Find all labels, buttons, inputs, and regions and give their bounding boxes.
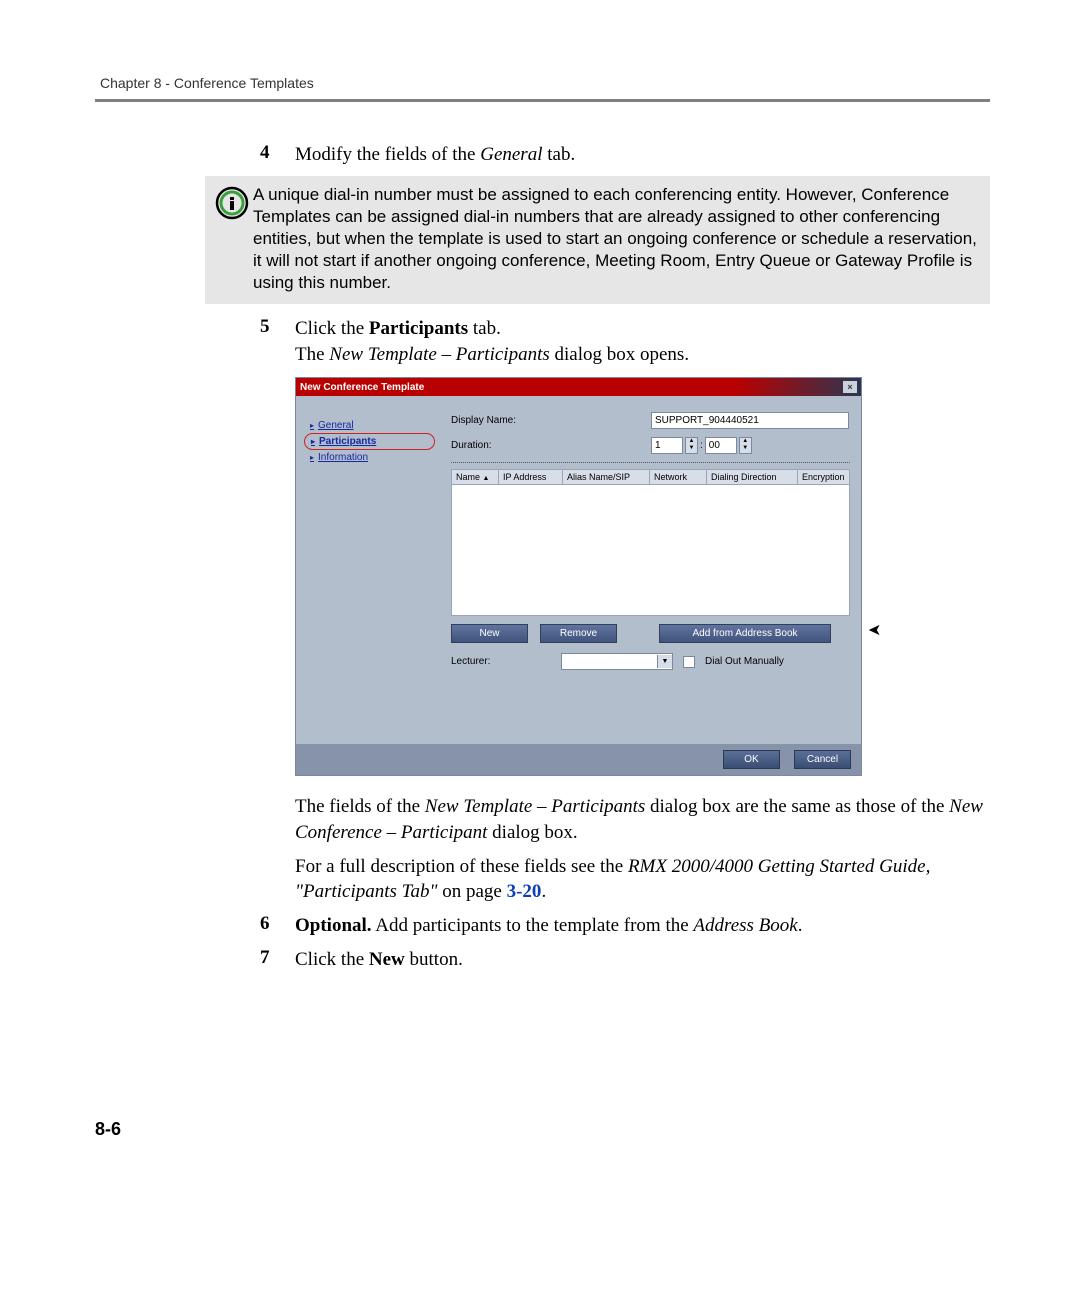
- chevron-down-icon[interactable]: ▼: [740, 445, 751, 452]
- text: Click the: [295, 949, 369, 970]
- duration-control[interactable]: 1 ▲▼ : 00 ▲▼: [651, 437, 752, 454]
- nav-item-general[interactable]: ▸ General: [310, 418, 435, 433]
- text: Add participants to the template from th…: [372, 915, 694, 936]
- text: dialog box are the same as those of the: [645, 796, 949, 817]
- text: Modify the fields of the: [295, 144, 480, 165]
- post-dialog-p1: The fields of the New Template – Partici…: [260, 794, 990, 845]
- text-italic: Address Book: [693, 915, 797, 936]
- col-label: Name: [456, 472, 480, 482]
- running-header: Chapter 8 - Conference Templates: [95, 75, 990, 91]
- label-dial-out: Dial Out Manually: [705, 656, 784, 667]
- text: button.: [405, 949, 463, 970]
- separator: [451, 462, 850, 463]
- step-text: Optional. Add participants to the templa…: [295, 913, 990, 939]
- post-dialog-p2: For a full description of these fields s…: [260, 854, 990, 905]
- info-callout: A unique dial-in number must be assigned…: [205, 176, 990, 304]
- callout-text: A unique dial-in number must be assigned…: [253, 184, 980, 294]
- add-from-address-book-button[interactable]: Add from Address Book: [659, 624, 831, 643]
- dialog-nav: ▸General ▸Participants ▸Information: [300, 400, 441, 740]
- dialog-titlebar[interactable]: New Conference Template ×: [296, 378, 861, 396]
- cancel-button[interactable]: Cancel: [794, 750, 851, 769]
- label-duration: Duration:: [451, 440, 591, 451]
- text: Click the: [295, 318, 369, 339]
- text-bold: New: [369, 949, 405, 970]
- dialog-footer: OK Cancel: [296, 744, 861, 775]
- new-button[interactable]: New: [451, 624, 528, 643]
- chevron-right-icon: ▸: [310, 453, 314, 462]
- input-value: 00: [709, 440, 720, 451]
- text-bold: Optional.: [295, 915, 372, 936]
- text: on page: [437, 881, 506, 902]
- step-number: 4: [260, 142, 295, 168]
- text-bold: Participants: [369, 318, 468, 339]
- chevron-up-icon[interactable]: ▲: [740, 438, 751, 445]
- participants-table-header: Name ▲ IP Address Alias Name/SIP Network…: [451, 469, 850, 485]
- text: For a full description of these fields s…: [295, 856, 628, 877]
- label-display-name: Display Name:: [451, 415, 591, 426]
- col-alias[interactable]: Alias Name/SIP: [563, 470, 650, 484]
- text-italic: New Template – Participants: [329, 344, 549, 365]
- spinner-buttons[interactable]: ▲▼: [739, 437, 752, 454]
- close-icon[interactable]: ×: [843, 381, 857, 393]
- step-5: 5 Click the Participants tab. The New Te…: [260, 316, 990, 367]
- col-name[interactable]: Name ▲: [452, 470, 499, 484]
- dialog-main: Display Name: SUPPORT_904440521 Duration…: [441, 400, 860, 740]
- col-encryption[interactable]: Encryption: [798, 470, 849, 484]
- chevron-up-icon[interactable]: ▲: [686, 438, 697, 445]
- text: .: [541, 881, 546, 902]
- info-icon: [211, 184, 253, 220]
- step-4: 4 Modify the fields of the General tab.: [260, 142, 990, 168]
- input-value: SUPPORT_904440521: [655, 415, 759, 426]
- dialog-new-conference-template: New Conference Template × ▸General ▸Part…: [295, 377, 862, 776]
- dial-out-checkbox[interactable]: [683, 656, 695, 668]
- chevron-down-icon[interactable]: ▼: [686, 445, 697, 452]
- text: The fields of the: [295, 796, 425, 817]
- remove-button[interactable]: Remove: [540, 624, 617, 643]
- text: dialog box.: [487, 822, 577, 843]
- participants-table-body[interactable]: [451, 485, 850, 616]
- input-value: 1: [655, 440, 661, 451]
- dialog-title: New Conference Template: [300, 382, 424, 393]
- step-number: 7: [260, 947, 295, 973]
- sort-icon: ▲: [483, 475, 490, 482]
- duration-hours-input[interactable]: 1: [651, 437, 683, 454]
- text: .: [798, 915, 803, 936]
- step-number: 5: [260, 316, 295, 367]
- nav-label: Participants: [319, 436, 376, 447]
- text: tab.: [468, 318, 501, 339]
- step-text: Click the New button.: [295, 947, 990, 973]
- chevron-right-icon: ▸: [310, 421, 314, 430]
- step-7: 7 Click the New button.: [260, 947, 990, 973]
- nav-item-participants[interactable]: ▸ Participants: [304, 433, 435, 450]
- ok-button[interactable]: OK: [723, 750, 780, 769]
- chevron-down-icon: ▼: [657, 655, 672, 668]
- page-reference-link[interactable]: 3-20: [507, 881, 542, 902]
- nav-item-information[interactable]: ▸ Information: [310, 450, 435, 465]
- text-italic: General: [480, 144, 542, 165]
- step-text: Modify the fields of the General tab.: [295, 142, 990, 168]
- step-number: 6: [260, 913, 295, 939]
- text: The: [295, 344, 329, 365]
- col-network[interactable]: Network: [650, 470, 707, 484]
- text-italic: New Template – Participants: [425, 796, 645, 817]
- page-number: 8-6: [95, 1119, 121, 1140]
- display-name-input[interactable]: SUPPORT_904440521: [651, 412, 849, 429]
- header-rule: [95, 99, 990, 102]
- lecturer-dropdown[interactable]: ▼: [561, 653, 673, 670]
- duration-minutes-input[interactable]: 00: [705, 437, 737, 454]
- spinner-buttons[interactable]: ▲▼: [685, 437, 698, 454]
- nav-label: Information: [318, 452, 368, 463]
- step-6: 6 Optional. Add participants to the temp…: [260, 913, 990, 939]
- label-lecturer: Lecturer:: [451, 656, 506, 667]
- nav-label: General: [318, 420, 354, 431]
- text: tab.: [542, 144, 575, 165]
- duration-sep: :: [700, 440, 703, 451]
- cursor-icon: ➤: [868, 620, 881, 640]
- text: dialog box opens.: [550, 344, 689, 365]
- col-dial[interactable]: Dialing Direction: [707, 470, 798, 484]
- chevron-right-icon: ▸: [311, 437, 315, 446]
- col-ip[interactable]: IP Address: [499, 470, 563, 484]
- step-text: Click the Participants tab. The New Temp…: [295, 316, 990, 367]
